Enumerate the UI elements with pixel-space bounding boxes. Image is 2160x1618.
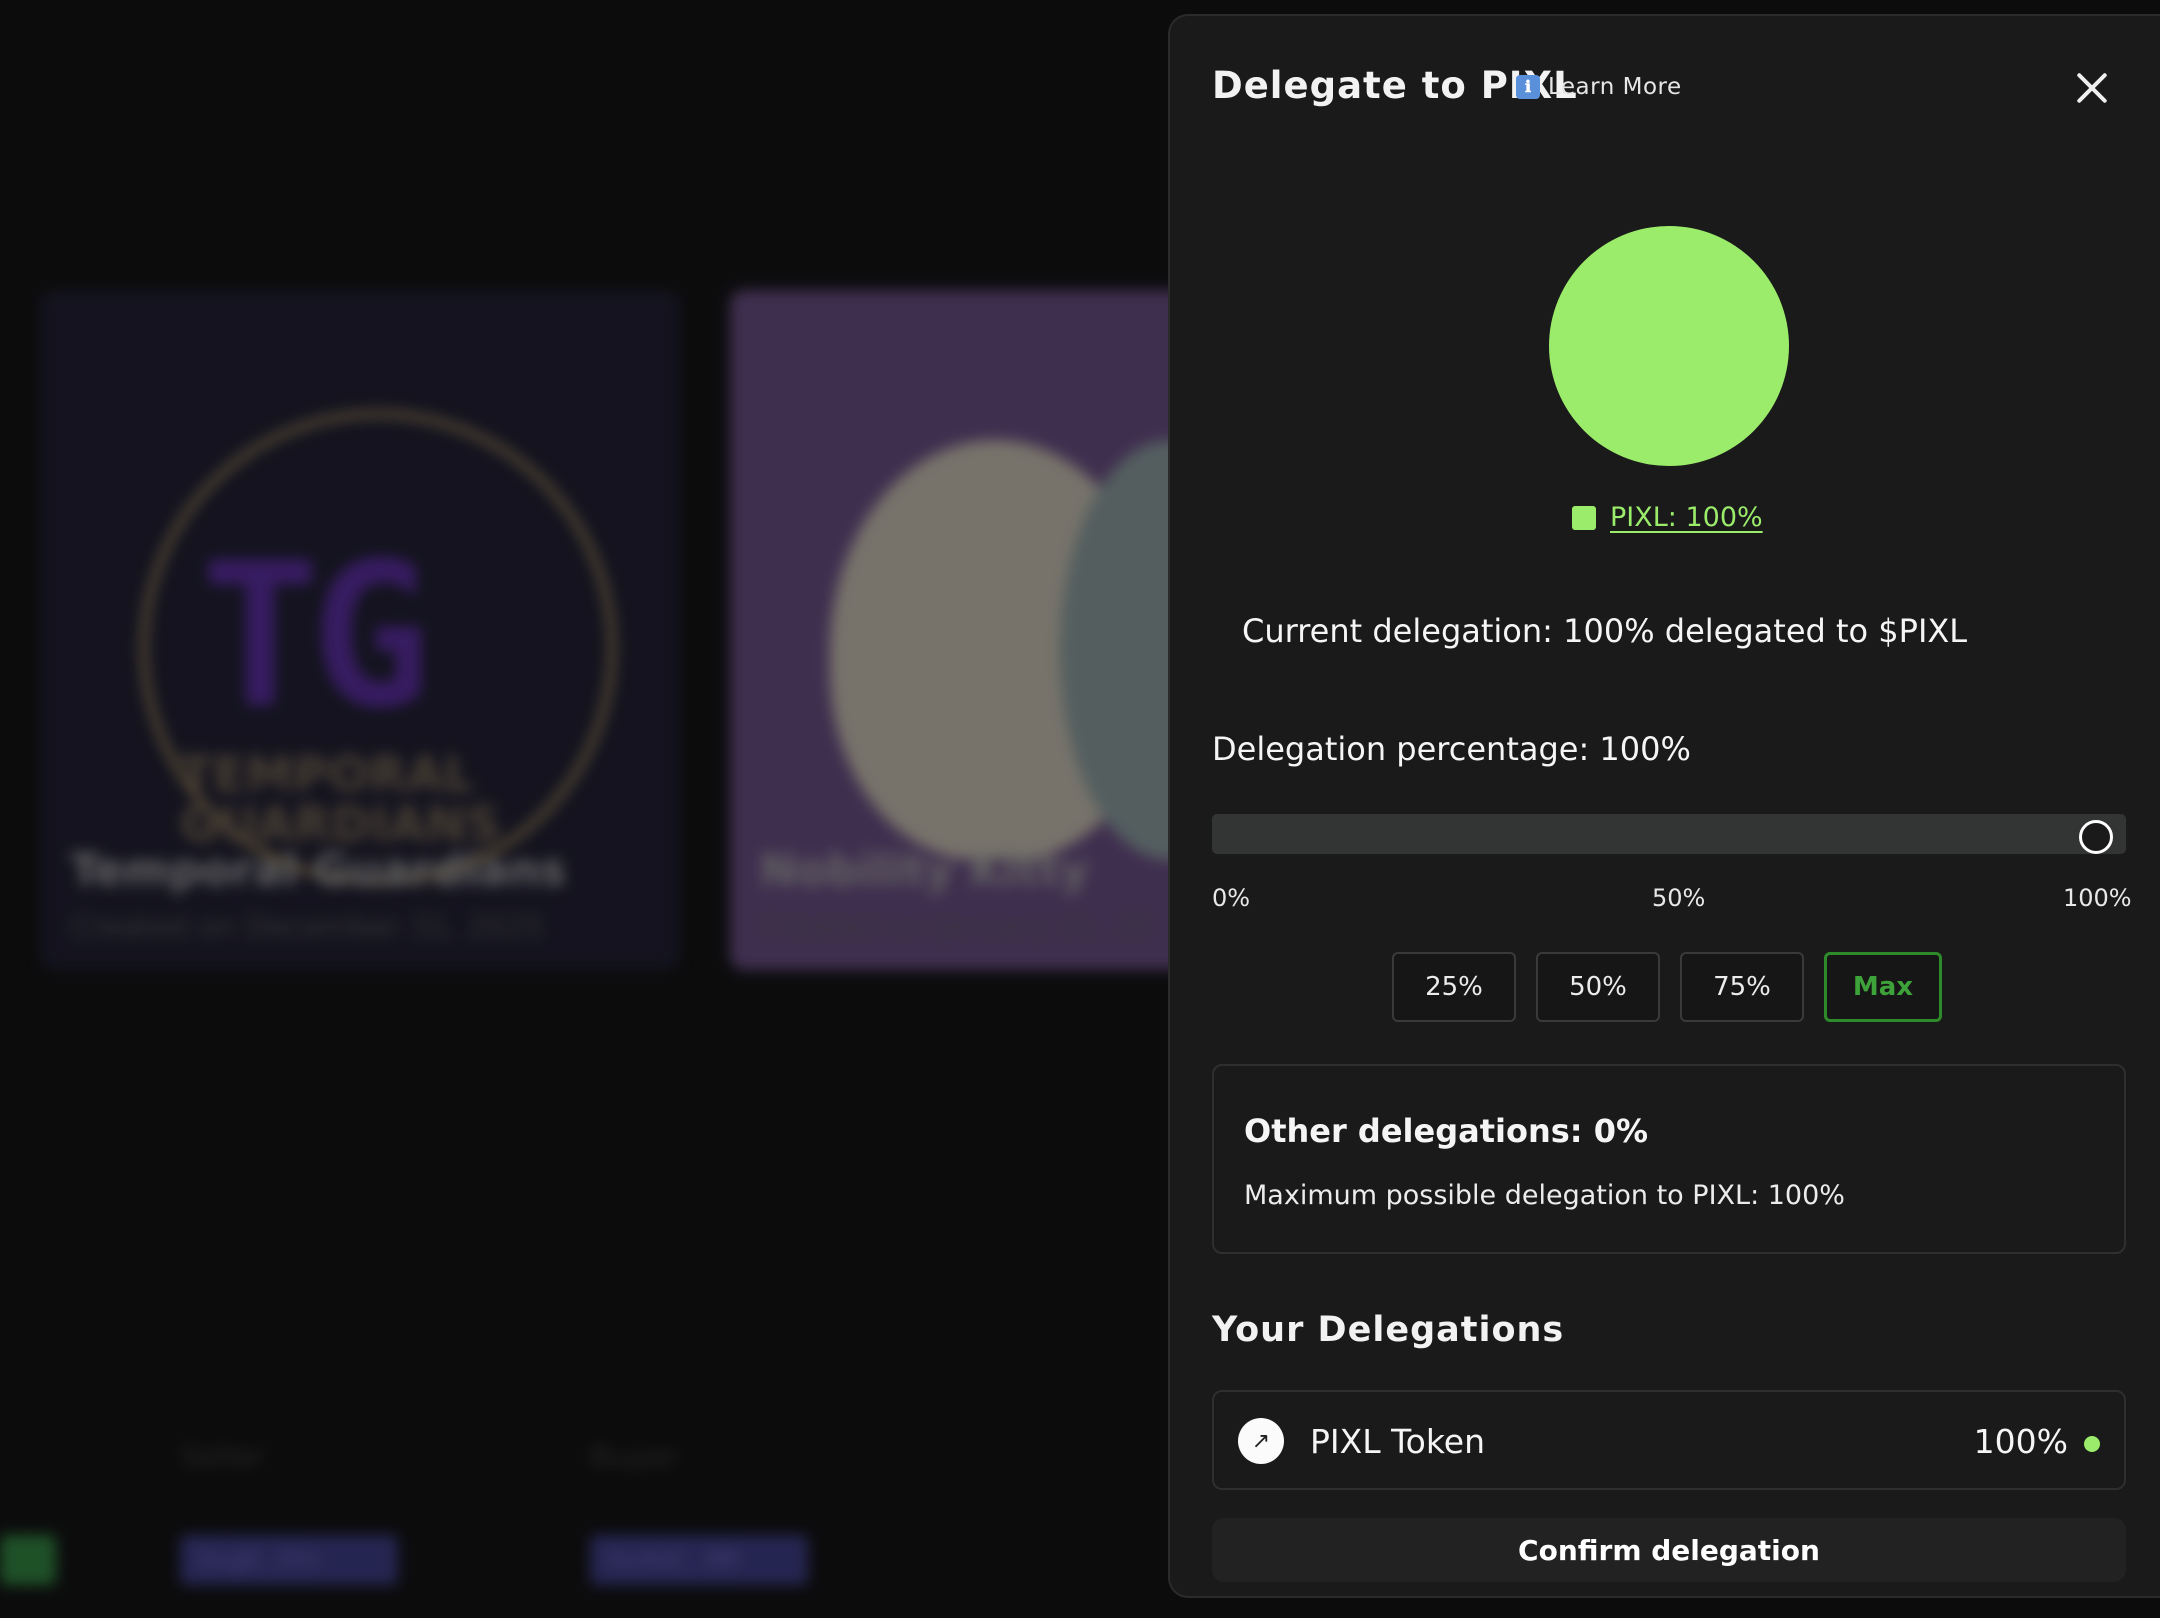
buyer-address: 0x4oC..9R <box>590 1535 808 1585</box>
legend-label-pixl[interactable]: PIXL: 100% <box>1610 502 1763 533</box>
delegation-slider-track[interactable] <box>1212 814 2126 854</box>
delegate-panel: Delegate to PIXL ℹ Learn More PIXL: 100%… <box>1168 14 2160 1598</box>
delegation-pie-chart <box>1549 226 1789 466</box>
other-delegations-title: Other delegations: 0% <box>1244 1112 1649 1150</box>
your-delegations-title: Your Delegations <box>1212 1310 1565 1350</box>
max-delegation-text: Maximum possible delegation to PIXL: 100… <box>1244 1180 1845 1211</box>
info-icon: ℹ <box>1516 75 1540 99</box>
slider-tick-label: 50% <box>1652 884 1706 912</box>
preset-50-button[interactable]: 50% <box>1536 952 1660 1022</box>
seller-address: 0xgE..ifm <box>180 1535 398 1585</box>
legend-swatch <box>1572 505 1596 530</box>
collection-date: Created on December 31, 2025 <box>70 910 544 945</box>
pie-legend: PIXL: 100% <box>1572 502 1763 533</box>
delegation-percentage-label: Delegation percentage: 100% <box>1212 730 1691 768</box>
collection-title: Temporal Guardians <box>70 845 566 896</box>
other-delegations-box: Other delegations: 0% Maximum possible d… <box>1212 1064 2126 1254</box>
preset-75-button[interactable]: 75% <box>1680 952 1804 1022</box>
background-blur: TG TEMPORAL GUARDIANS Temporal Guardians… <box>0 0 1250 1618</box>
table-header-seller: Seller <box>180 1440 265 1475</box>
delegation-list-item[interactable]: ↗ PIXL Token 100% <box>1212 1390 2126 1490</box>
preset-buttons: 25% 50% 75% Max <box>1392 952 1942 1022</box>
confirm-delegation-button[interactable]: Confirm delegation <box>1212 1518 2126 1582</box>
preset-25-button[interactable]: 25% <box>1392 952 1516 1022</box>
token-percent: 100% <box>1973 1422 2068 1461</box>
collection-logo-subtitle: TEMPORAL GUARDIANS <box>180 747 501 853</box>
collection-logo-text: TG <box>200 520 431 753</box>
collection-date: Created on January 21, 20 <box>760 910 1154 945</box>
status-dot-icon <box>2084 1436 2100 1452</box>
preset-max-button[interactable]: Max <box>1824 952 1942 1022</box>
collection-card: TG TEMPORAL GUARDIANS Temporal Guardians… <box>40 290 680 970</box>
learn-more-label: Learn More <box>1548 74 1682 100</box>
slider-tick-label: 100% <box>2063 884 2132 912</box>
current-delegation-text: Current delegation: 100% delegated to $P… <box>1242 612 1968 650</box>
delegation-slider-thumb[interactable] <box>2079 820 2113 854</box>
table-header-buyer: Buyer <box>590 1440 679 1475</box>
status-badge <box>0 1535 56 1585</box>
collection-title: Nobility Kitty <box>760 845 1089 896</box>
token-link-icon: ↗ <box>1238 1418 1284 1464</box>
learn-more-link[interactable]: ℹ Learn More <box>1516 74 1682 100</box>
close-icon[interactable] <box>2070 66 2114 110</box>
token-name: PIXL Token <box>1310 1422 1486 1461</box>
slider-tick-label: 0% <box>1212 884 1251 912</box>
